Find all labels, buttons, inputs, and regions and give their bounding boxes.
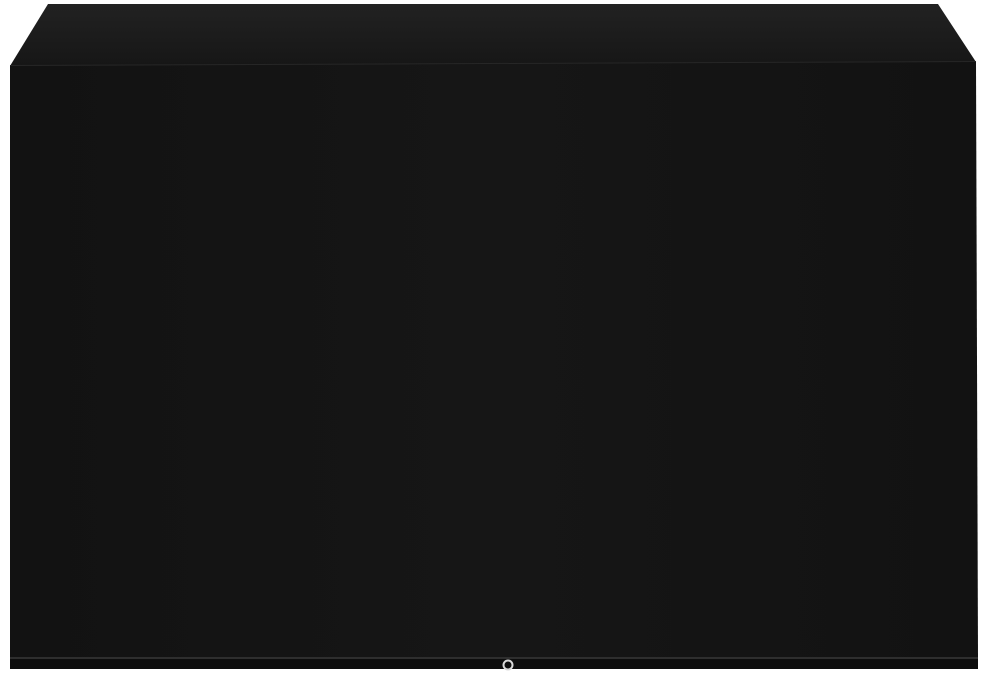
cover-front-panel: [10, 62, 978, 658]
furniture-cover: [9, 4, 978, 671]
cover-top-panel: [10, 4, 976, 66]
cover-hem: [10, 657, 978, 669]
product-photo: [0, 0, 986, 674]
grommet-ring: [502, 659, 514, 671]
